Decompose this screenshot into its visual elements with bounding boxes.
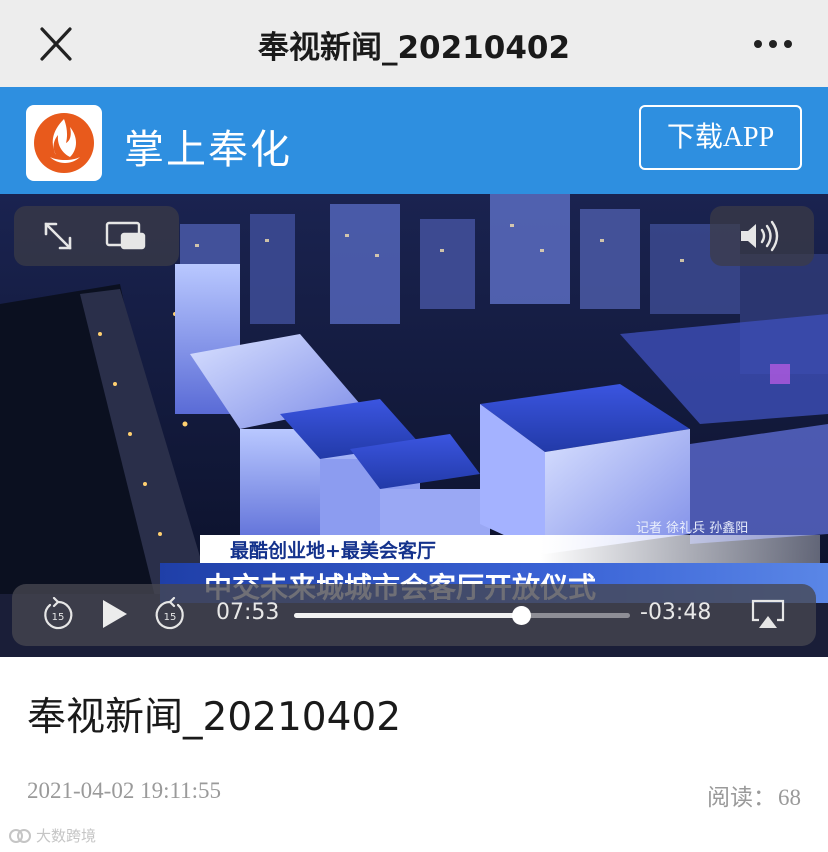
nav-bar: 奉视新闻_20210402 bbox=[0, 0, 828, 87]
read-number: 68 bbox=[778, 785, 801, 810]
progress-bar[interactable] bbox=[294, 606, 630, 625]
picture-in-picture-icon[interactable] bbox=[104, 218, 148, 258]
news-subtitle-bar: 最酷创业地+最美会客厅 bbox=[200, 535, 820, 563]
reporter-credit: 记者 徐礼兵 孙鑫阳 bbox=[636, 521, 749, 536]
news-subtitle: 最酷创业地+最美会客厅 bbox=[230, 540, 436, 562]
article-title: 奉视新闻_20210402 bbox=[27, 695, 402, 740]
watermark-logo-icon bbox=[9, 828, 31, 843]
app-download-banner: 掌上奉化 下载APP bbox=[0, 87, 828, 194]
rewind-15-icon[interactable]: 15 bbox=[40, 596, 76, 637]
volume-icon[interactable] bbox=[738, 218, 784, 258]
page-title: 奉视新闻_20210402 bbox=[257, 30, 571, 66]
remaining-time: -03:48 bbox=[640, 600, 712, 625]
publish-date: 2021-04-02 19:11:55 bbox=[27, 778, 221, 803]
expand-icon[interactable] bbox=[40, 218, 76, 258]
playback-controls: 15 15 07:53 -03:48 bbox=[12, 584, 816, 646]
progress-knob[interactable] bbox=[511, 606, 531, 625]
top-left-controls bbox=[14, 206, 179, 266]
more-horizontal-icon[interactable] bbox=[748, 26, 798, 62]
app-name: 掌上奉化 bbox=[124, 127, 292, 173]
elapsed-time: 07:53 bbox=[216, 600, 280, 625]
read-count: 阅读：68 bbox=[705, 778, 801, 812]
svg-text:15: 15 bbox=[164, 612, 177, 623]
video-player[interactable]: 记者 徐礼兵 孙鑫阳 最酷创业地+最美会客厅 中交未来城城市会客厅开放仪式 15… bbox=[0, 194, 828, 657]
download-app-button[interactable]: 下载APP bbox=[639, 105, 802, 170]
watermark-text: 大数跨境 bbox=[36, 827, 97, 845]
airplay-icon[interactable] bbox=[750, 598, 786, 636]
progress-fill bbox=[294, 613, 521, 618]
play-icon[interactable] bbox=[100, 598, 130, 634]
flame-logo-icon bbox=[26, 105, 102, 181]
svg-text:15: 15 bbox=[52, 612, 65, 623]
forward-15-icon[interactable]: 15 bbox=[152, 596, 188, 637]
read-label: 阅读： bbox=[707, 785, 776, 810]
watermark: 大数跨境 bbox=[8, 825, 96, 846]
